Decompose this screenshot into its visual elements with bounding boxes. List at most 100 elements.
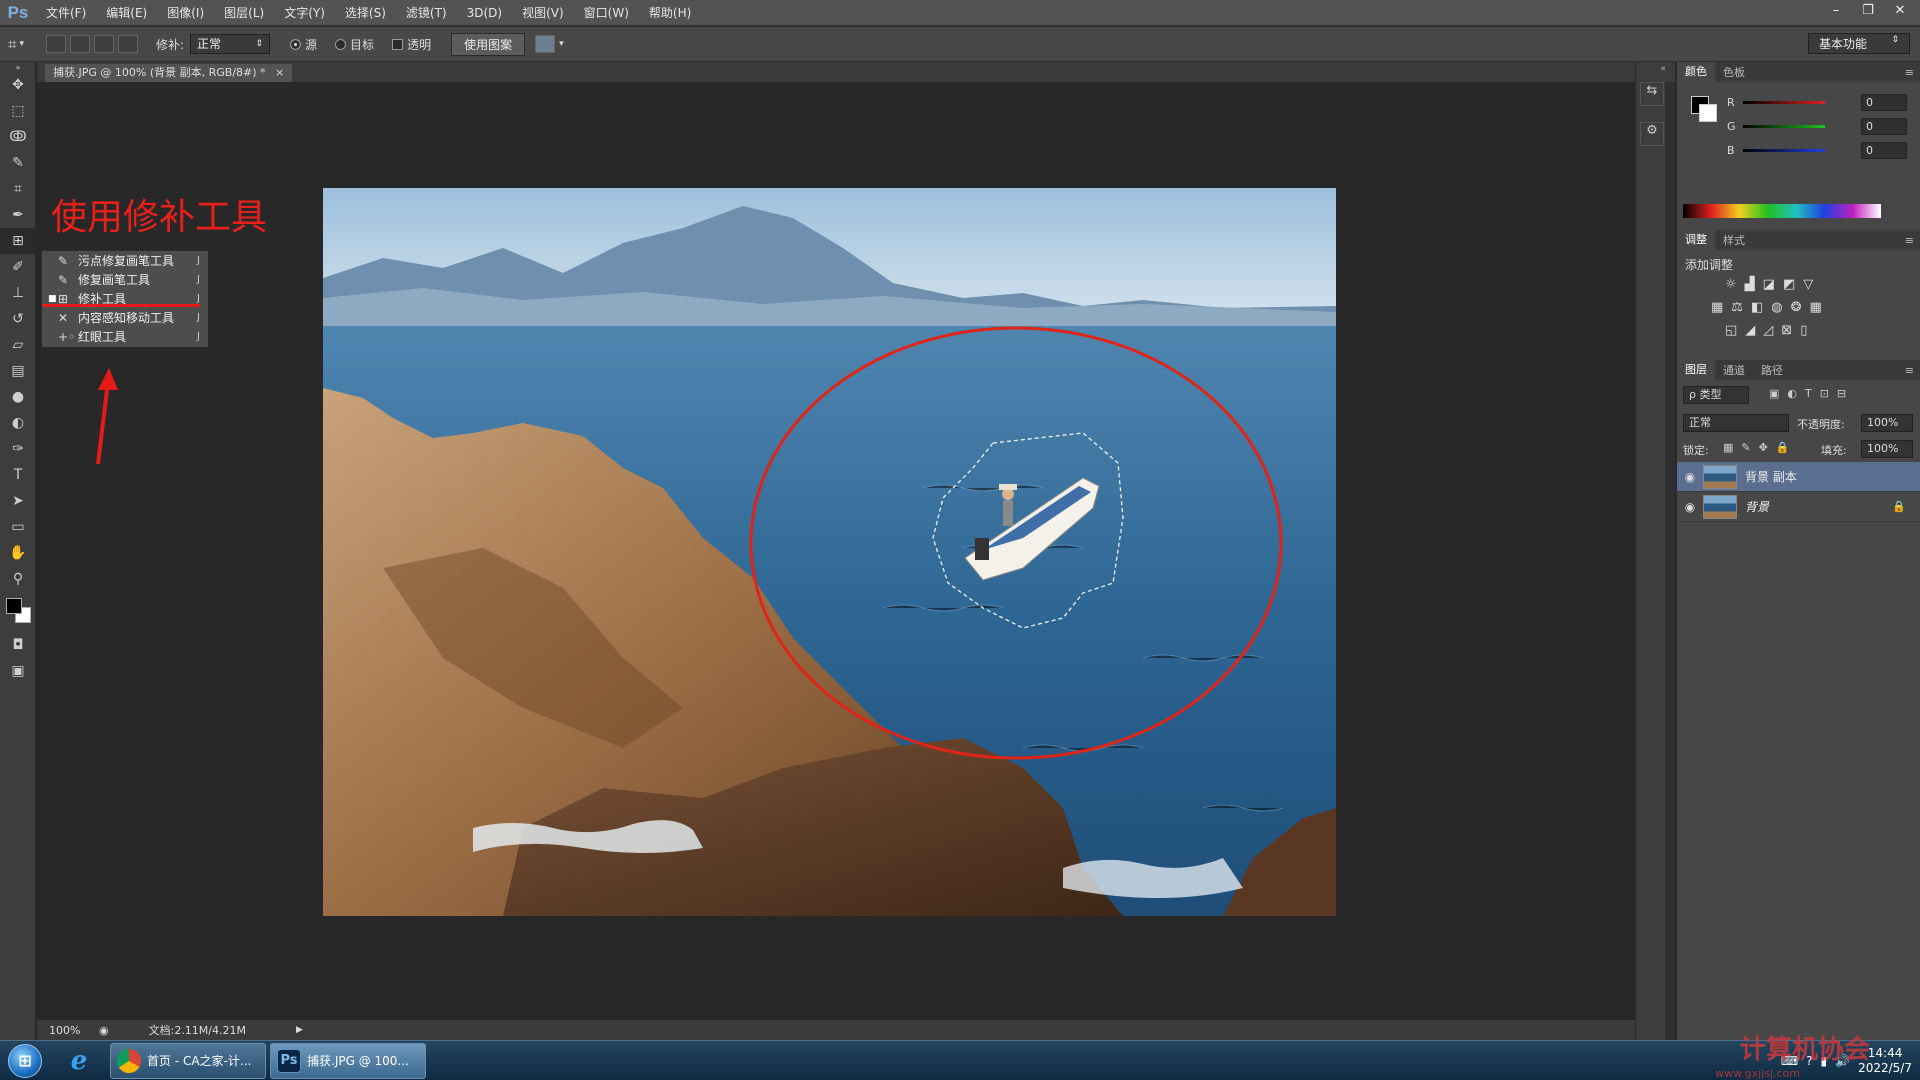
intersect-selection-button[interactable] — [117, 35, 138, 53]
selective-color-icon[interactable]: ⊠ — [1781, 323, 1792, 338]
menu-edit[interactable]: 编辑(E) — [96, 4, 157, 21]
red-value-input[interactable]: 0 — [1861, 93, 1907, 111]
tab-adjustments[interactable]: 调整 — [1677, 230, 1715, 250]
eyedropper-tool-icon[interactable]: ✒ — [0, 202, 36, 228]
taskbar-photoshop-button[interactable]: Ps 捕获.JPG @ 100... — [270, 1042, 426, 1079]
menu-select[interactable]: 选择(S) — [335, 4, 396, 21]
menu-type[interactable]: 文字(Y) — [274, 4, 335, 21]
dodge-tool-icon[interactable]: ◐ — [0, 410, 36, 436]
zoom-tool-icon[interactable]: ⚲ — [0, 566, 36, 592]
gradient-tool-icon[interactable]: ▤ — [0, 358, 36, 384]
collapse-panels-icon[interactable]: « — [1636, 64, 1666, 74]
layer-name[interactable]: 背景 — [1745, 498, 1769, 515]
flyout-item-red-eye[interactable]: +◦ 红眼工具 J — [42, 327, 208, 346]
restore-button[interactable]: ❐ — [1854, 2, 1882, 20]
screen-mode-icon[interactable]: ▣ — [0, 658, 36, 684]
hand-tool-icon[interactable]: ✋ — [0, 540, 36, 566]
type-tool-icon[interactable]: T — [0, 462, 36, 488]
patch-mode-select[interactable]: 正常 ⇕ — [190, 34, 271, 54]
blend-mode-select[interactable]: 正常 — [1683, 414, 1789, 432]
rectangle-tool-icon[interactable]: ▭ — [0, 514, 36, 540]
properties-panel-icon[interactable]: ⚙ — [1640, 122, 1664, 146]
pen-tool-icon[interactable]: ✑ — [0, 436, 36, 462]
red-slider-track[interactable] — [1743, 100, 1825, 104]
tab-swatches[interactable]: 色板 — [1715, 64, 1753, 80]
brush-tool-icon[interactable]: ✐ — [0, 254, 36, 280]
menu-image[interactable]: 图像(I) — [157, 4, 214, 21]
marquee-tool-icon[interactable]: ⬚ — [0, 98, 36, 124]
internet-explorer-icon[interactable]: e — [52, 1042, 106, 1080]
menu-layer[interactable]: 图层(L) — [214, 4, 274, 21]
menu-help[interactable]: 帮助(H) — [639, 4, 701, 21]
zoom-level[interactable]: 100% — [49, 1024, 89, 1037]
vibrance-icon[interactable]: ▽ — [1803, 277, 1813, 292]
quick-selection-tool-icon[interactable]: ✎ — [0, 150, 36, 176]
menu-view[interactable]: 视图(V) — [512, 4, 574, 21]
fill-input[interactable]: 100% — [1861, 440, 1913, 458]
quick-mask-icon[interactable]: ◘ — [0, 632, 36, 658]
color-lookup-icon[interactable]: ▦ — [1810, 300, 1822, 315]
add-selection-button[interactable] — [69, 35, 90, 53]
workspace-select[interactable]: 基本功能 ⇕ — [1808, 33, 1910, 54]
start-button[interactable]: ⊞ — [4, 1041, 46, 1080]
layer-row[interactable]: ◉ 背景 🔒 — [1677, 492, 1920, 522]
canvas-scrollbar[interactable] — [1665, 82, 1675, 1040]
minimize-button[interactable]: – — [1822, 2, 1850, 20]
flyout-item-content-aware-move[interactable]: ✕ 内容感知移动工具 J — [42, 308, 208, 327]
brightness-icon[interactable]: ☼ — [1725, 277, 1737, 292]
color-balance-icon[interactable]: ⚖ — [1731, 300, 1743, 315]
green-slider-track[interactable] — [1743, 124, 1825, 128]
blue-slider-track[interactable] — [1743, 148, 1825, 152]
green-value-input[interactable]: 0 — [1861, 117, 1907, 135]
path-selection-tool-icon[interactable]: ➤ — [0, 488, 36, 514]
layer-row[interactable]: ◉ 背景 副本 — [1677, 462, 1920, 492]
tool-preset-picker[interactable]: ⌗ ▾ — [8, 35, 24, 53]
subtract-selection-button[interactable] — [93, 35, 114, 53]
color-spectrum-bar[interactable] — [1683, 204, 1881, 218]
target-radio[interactable]: 目标 — [335, 36, 374, 53]
levels-icon[interactable]: ▟ — [1745, 277, 1755, 292]
panel-menu-icon[interactable]: ≡ — [1905, 364, 1914, 377]
photo-filter-icon[interactable]: ◍ — [1771, 300, 1782, 315]
exposure-icon[interactable]: ◩ — [1783, 277, 1795, 292]
blur-tool-icon[interactable]: ● — [0, 384, 36, 410]
tab-paths[interactable]: 路径 — [1753, 362, 1791, 378]
layer-name[interactable]: 背景 副本 — [1745, 468, 1797, 485]
channel-mixer-icon[interactable]: ❂ — [1791, 300, 1802, 315]
menu-file[interactable]: 文件(F) — [36, 4, 96, 21]
status-icon[interactable]: ◉ — [99, 1024, 109, 1037]
pattern-picker[interactable] — [535, 35, 556, 53]
collapse-toolbar-icon[interactable]: » — [0, 62, 36, 72]
opacity-input[interactable]: 100% — [1861, 414, 1913, 432]
lock-icons[interactable]: ▦✎✥🔒 — [1723, 441, 1798, 454]
menu-3d[interactable]: 3D(D) — [457, 6, 512, 20]
bg-color-chip[interactable] — [1699, 104, 1717, 122]
black-white-icon[interactable]: ◧ — [1751, 300, 1763, 315]
flyout-item-healing-brush[interactable]: ✎ 修复画笔工具 J — [42, 270, 208, 289]
eraser-tool-icon[interactable]: ▱ — [0, 332, 36, 358]
curves-icon[interactable]: ◪ — [1763, 277, 1775, 292]
use-pattern-button[interactable]: 使用图案 — [451, 32, 526, 56]
patch-tool-icon[interactable]: ⊞ — [0, 228, 36, 254]
tab-styles[interactable]: 样式 — [1715, 232, 1753, 248]
history-panel-icon[interactable]: ⇆ — [1640, 82, 1664, 106]
invert-icon[interactable]: ◱ — [1725, 323, 1737, 338]
tab-channels[interactable]: 通道 — [1715, 362, 1753, 378]
document-canvas-photo[interactable] — [323, 188, 1336, 916]
gradient-map-icon[interactable]: ▯ — [1800, 323, 1807, 338]
eye-icon[interactable]: ◉ — [1677, 500, 1703, 514]
hue-saturation-icon[interactable]: ▦ — [1711, 300, 1723, 315]
posterize-icon[interactable]: ◢ — [1745, 323, 1755, 338]
tab-color[interactable]: 颜色 — [1677, 62, 1715, 82]
tab-layers[interactable]: 图层 — [1677, 360, 1715, 380]
panel-menu-icon[interactable]: ≡ — [1905, 66, 1914, 79]
clone-stamp-tool-icon[interactable]: ⊥ — [0, 280, 36, 306]
panel-menu-icon[interactable]: ≡ — [1905, 234, 1914, 247]
close-window-button[interactable]: ✕ — [1886, 2, 1914, 20]
lasso-tool-icon[interactable]: ↂ — [0, 124, 36, 150]
close-tab-icon[interactable]: × — [275, 66, 284, 79]
layer-filter-icons[interactable]: ▣◐T⊡⊟ — [1769, 387, 1854, 400]
crop-tool-icon[interactable]: ⌗ — [0, 176, 36, 202]
new-selection-button[interactable] — [45, 35, 66, 53]
taskbar-chrome-button[interactable]: 首页 - CA之家-计... — [110, 1042, 266, 1079]
